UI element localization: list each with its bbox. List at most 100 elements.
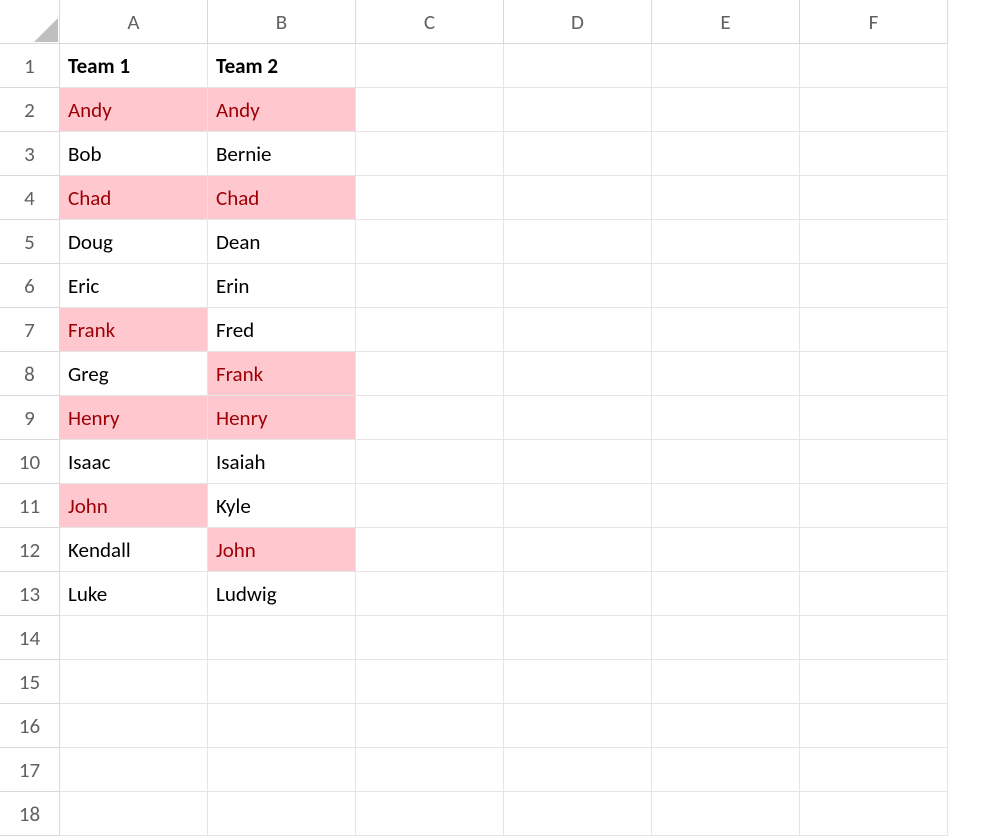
cell-f1[interactable]: [800, 44, 948, 88]
row-header-4[interactable]: 4: [0, 176, 60, 220]
cell-d4[interactable]: [504, 176, 652, 220]
row-header-1[interactable]: 1: [0, 44, 60, 88]
cell-e18[interactable]: [652, 792, 800, 836]
cell-b14[interactable]: [208, 616, 356, 660]
select-all-corner[interactable]: [0, 0, 60, 44]
cell-f14[interactable]: [800, 616, 948, 660]
cell-b1[interactable]: Team 2: [208, 44, 356, 88]
cell-f6[interactable]: [800, 264, 948, 308]
cell-a8[interactable]: Greg: [60, 352, 208, 396]
cell-c10[interactable]: [356, 440, 504, 484]
cell-d16[interactable]: [504, 704, 652, 748]
cell-f5[interactable]: [800, 220, 948, 264]
cell-c16[interactable]: [356, 704, 504, 748]
cell-b3[interactable]: Bernie: [208, 132, 356, 176]
cell-e14[interactable]: [652, 616, 800, 660]
cell-f4[interactable]: [800, 176, 948, 220]
cell-a3[interactable]: Bob: [60, 132, 208, 176]
cell-f17[interactable]: [800, 748, 948, 792]
row-header-16[interactable]: 16: [0, 704, 60, 748]
cell-c9[interactable]: [356, 396, 504, 440]
row-header-9[interactable]: 9: [0, 396, 60, 440]
cell-d18[interactable]: [504, 792, 652, 836]
cell-d3[interactable]: [504, 132, 652, 176]
cell-b16[interactable]: [208, 704, 356, 748]
cell-e6[interactable]: [652, 264, 800, 308]
cell-d15[interactable]: [504, 660, 652, 704]
cell-c11[interactable]: [356, 484, 504, 528]
cell-a1[interactable]: Team 1: [60, 44, 208, 88]
cell-b4[interactable]: Chad: [208, 176, 356, 220]
cell-e2[interactable]: [652, 88, 800, 132]
row-header-11[interactable]: 11: [0, 484, 60, 528]
cell-d2[interactable]: [504, 88, 652, 132]
row-header-2[interactable]: 2: [0, 88, 60, 132]
cell-f11[interactable]: [800, 484, 948, 528]
cell-f10[interactable]: [800, 440, 948, 484]
cell-a15[interactable]: [60, 660, 208, 704]
cell-c17[interactable]: [356, 748, 504, 792]
cell-a6[interactable]: Eric: [60, 264, 208, 308]
cell-d17[interactable]: [504, 748, 652, 792]
row-header-17[interactable]: 17: [0, 748, 60, 792]
cell-e4[interactable]: [652, 176, 800, 220]
row-header-10[interactable]: 10: [0, 440, 60, 484]
cell-c5[interactable]: [356, 220, 504, 264]
cell-d11[interactable]: [504, 484, 652, 528]
cell-a16[interactable]: [60, 704, 208, 748]
cell-a18[interactable]: [60, 792, 208, 836]
cell-f9[interactable]: [800, 396, 948, 440]
column-header-b[interactable]: B: [208, 0, 356, 44]
cell-c4[interactable]: [356, 176, 504, 220]
row-header-18[interactable]: 18: [0, 792, 60, 836]
cell-f8[interactable]: [800, 352, 948, 396]
column-header-d[interactable]: D: [504, 0, 652, 44]
cell-b13[interactable]: Ludwig: [208, 572, 356, 616]
cell-c14[interactable]: [356, 616, 504, 660]
cell-e13[interactable]: [652, 572, 800, 616]
cell-c18[interactable]: [356, 792, 504, 836]
column-header-c[interactable]: C: [356, 0, 504, 44]
row-header-6[interactable]: 6: [0, 264, 60, 308]
column-header-e[interactable]: E: [652, 0, 800, 44]
cell-e11[interactable]: [652, 484, 800, 528]
cell-b10[interactable]: Isaiah: [208, 440, 356, 484]
cell-a14[interactable]: [60, 616, 208, 660]
cell-a9[interactable]: Henry: [60, 396, 208, 440]
cell-e1[interactable]: [652, 44, 800, 88]
cell-c15[interactable]: [356, 660, 504, 704]
cell-c6[interactable]: [356, 264, 504, 308]
cell-d10[interactable]: [504, 440, 652, 484]
cell-b5[interactable]: Dean: [208, 220, 356, 264]
cell-b18[interactable]: [208, 792, 356, 836]
row-header-8[interactable]: 8: [0, 352, 60, 396]
cell-e7[interactable]: [652, 308, 800, 352]
cell-d14[interactable]: [504, 616, 652, 660]
row-header-13[interactable]: 13: [0, 572, 60, 616]
cell-c1[interactable]: [356, 44, 504, 88]
cell-f7[interactable]: [800, 308, 948, 352]
cell-b12[interactable]: John: [208, 528, 356, 572]
cell-c12[interactable]: [356, 528, 504, 572]
cell-b2[interactable]: Andy: [208, 88, 356, 132]
cell-b8[interactable]: Frank: [208, 352, 356, 396]
row-header-5[interactable]: 5: [0, 220, 60, 264]
cell-d8[interactable]: [504, 352, 652, 396]
column-header-f[interactable]: F: [800, 0, 948, 44]
cell-a11[interactable]: John: [60, 484, 208, 528]
cell-c2[interactable]: [356, 88, 504, 132]
cell-d12[interactable]: [504, 528, 652, 572]
cell-f12[interactable]: [800, 528, 948, 572]
cell-b17[interactable]: [208, 748, 356, 792]
cell-a10[interactable]: Isaac: [60, 440, 208, 484]
cell-e12[interactable]: [652, 528, 800, 572]
cell-e5[interactable]: [652, 220, 800, 264]
cell-a7[interactable]: Frank: [60, 308, 208, 352]
cell-d9[interactable]: [504, 396, 652, 440]
cell-f13[interactable]: [800, 572, 948, 616]
cell-f18[interactable]: [800, 792, 948, 836]
row-header-12[interactable]: 12: [0, 528, 60, 572]
cell-a12[interactable]: Kendall: [60, 528, 208, 572]
spreadsheet-grid[interactable]: ABCDEF1Team 1Team 22AndyAndy3BobBernie4C…: [0, 0, 1005, 836]
cell-f2[interactable]: [800, 88, 948, 132]
